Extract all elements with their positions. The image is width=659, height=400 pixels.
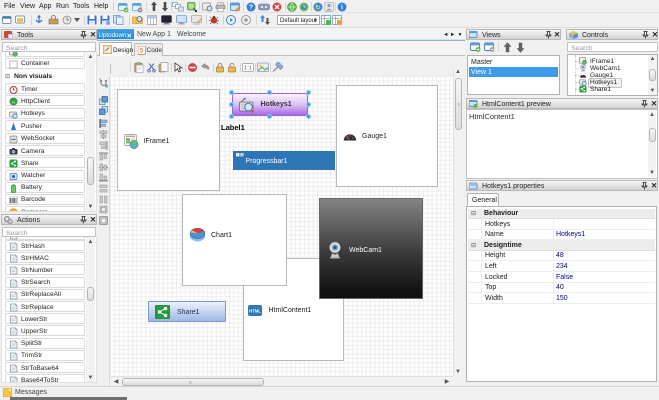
- svg-text:i: i: [341, 5, 343, 12]
- svg-text:1:1: 1:1: [244, 66, 252, 72]
- svg-text:HTML: HTML: [249, 309, 261, 314]
- svg-text:H: H: [12, 99, 15, 104]
- svg-text:?: ?: [249, 5, 253, 12]
- svg-text:↻: ↻: [315, 5, 321, 12]
